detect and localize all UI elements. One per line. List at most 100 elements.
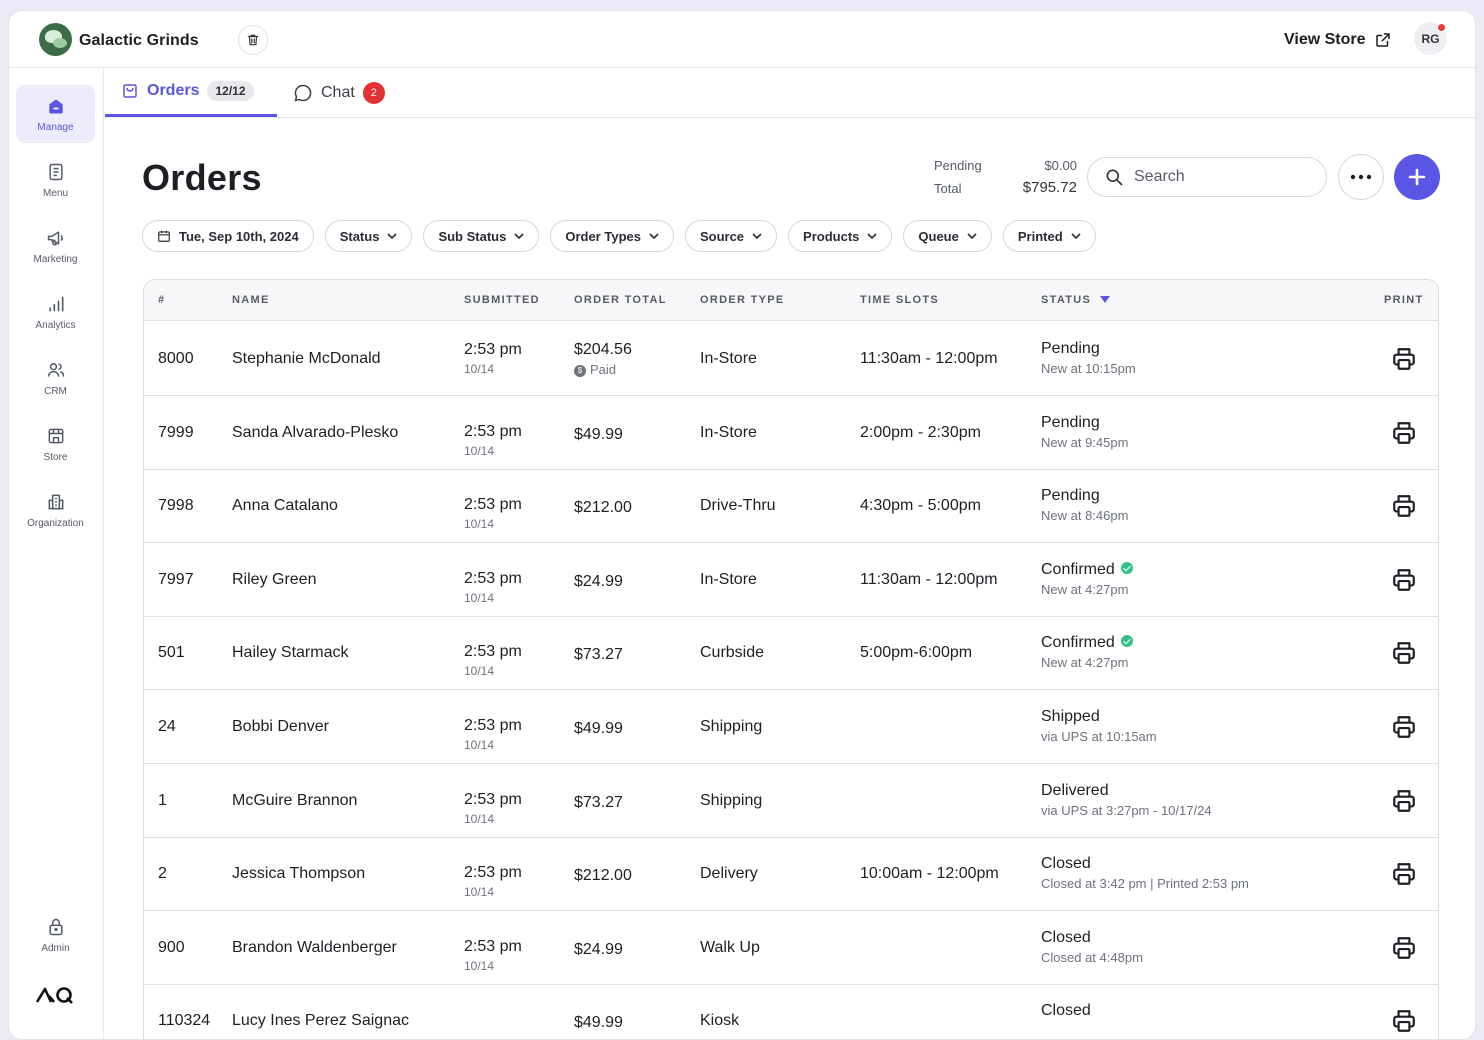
date-filter[interactable]: Tue, Sep 10th, 2024 <box>142 220 314 252</box>
column-header-status[interactable]: STATUS <box>1041 294 1110 306</box>
status-cell[interactable]: Delivered via UPS at 3:27pm - 10/17/24 <box>1041 782 1212 818</box>
order-total-cell: $212.00 <box>574 499 632 517</box>
tab-bar: Orders 12/12 Chat 2 <box>105 68 1475 118</box>
status-cell[interactable]: Confirmed New at 4:27pm <box>1041 561 1133 597</box>
order-total: $73.27 <box>574 793 623 811</box>
more-options-button[interactable] <box>1338 154 1384 200</box>
status-cell[interactable]: Closed Closed at 3:42 pm | Printed 2:53 p… <box>1041 855 1249 891</box>
external-link-icon <box>1375 33 1390 47</box>
plus-icon <box>1408 168 1426 186</box>
status-filter[interactable]: Status <box>324 220 413 252</box>
megaphone-icon <box>47 230 63 245</box>
submitted-date: 10/14 <box>464 885 495 900</box>
print-button[interactable] <box>1391 1008 1417 1039</box>
order-types-filter[interactable]: Order Types <box>550 220 674 252</box>
trash-icon <box>247 34 259 46</box>
status-cell[interactable]: Closed Closed at 4:48pm <box>1041 929 1143 965</box>
customer-name[interactable]: McGuire Brannon <box>232 792 357 810</box>
order-total: $212.00 <box>574 867 632 885</box>
customer-name[interactable]: Bobbi Denver <box>232 718 329 736</box>
order-number: 2 <box>158 865 167 883</box>
column-header-submitted[interactable]: SUBMITTED <box>464 294 540 306</box>
table-row[interactable]: 8000 Stephanie McDonald 2:53 pm 10/14 $204.5… <box>144 322 1438 396</box>
submitted-cell: 2:53 pm 10/14 <box>464 864 522 899</box>
sidebar-item-label: Menu <box>42 187 68 199</box>
order-type: Drive-Thru <box>700 497 776 515</box>
table-row[interactable]: 110324 Lucy Ines Perez Saignac $49.99 Kiosk… <box>144 984 1438 1039</box>
status-cell[interactable]: Pending New at 8:46pm <box>1041 487 1128 523</box>
print-button[interactable] <box>1391 714 1417 745</box>
customer-name[interactable]: Lucy Ines Perez Saignac <box>232 1012 409 1030</box>
tab-chat[interactable]: Chat 2 <box>293 68 385 117</box>
customer-name[interactable]: Hailey Starmack <box>232 644 348 662</box>
order-number: 8000 <box>158 350 194 367</box>
submitted-date: 10/14 <box>464 362 495 376</box>
print-button[interactable] <box>1391 346 1417 377</box>
sidebar-item-menu[interactable]: Menu <box>16 151 95 209</box>
status-cell[interactable]: Closed <box>1041 1002 1091 1023</box>
search-input[interactable]: Search <box>1087 157 1327 197</box>
products-filter[interactable]: Products <box>788 220 893 252</box>
app-window: Galactic Grinds View Store RG Manage Men… <box>8 10 1476 1040</box>
view-store-link[interactable]: View Store <box>1284 31 1392 49</box>
sidebar-item-manage[interactable]: Manage <box>16 85 95 143</box>
chevron-down-icon <box>514 233 524 239</box>
customer-name[interactable]: Riley Green <box>232 571 316 589</box>
print-button[interactable] <box>1391 788 1417 819</box>
status-cell[interactable]: Shipped via UPS at 10:15am <box>1041 708 1157 744</box>
sidebar-item-organization[interactable]: Organization <box>16 481 95 539</box>
table-row[interactable]: 1 McGuire Brannon 2:53 pm 10/14 $73.27 Shippi… <box>144 764 1438 838</box>
printed-filter[interactable]: Printed <box>1002 220 1096 252</box>
printer-icon <box>1393 642 1415 665</box>
column-header-time-slots[interactable]: TIME SLOTS <box>860 294 939 306</box>
chevron-down-icon <box>387 233 398 239</box>
column-header-order-total[interactable]: ORDER TOTAL <box>574 294 667 306</box>
table-row[interactable]: 501 Hailey Starmack 2:53 pm 10/14 $73.27 Curb… <box>144 616 1438 691</box>
print-button[interactable] <box>1391 640 1417 671</box>
table-row[interactable]: 2 Jessica Thompson 2:53 pm 10/14 $212.00 Deli… <box>144 837 1438 912</box>
print-button[interactable] <box>1391 935 1417 966</box>
customer-name[interactable]: Stephanie McDonald <box>232 350 381 368</box>
tab-orders[interactable]: Orders 12/12 <box>105 68 277 117</box>
sidebar-item-analytics[interactable]: Analytics <box>16 283 95 341</box>
status-cell[interactable]: Confirmed New at 4:27pm <box>1041 634 1133 670</box>
table-row[interactable]: 7997 Riley Green 2:53 pm 10/14 $24.99 In-Stor… <box>144 543 1438 617</box>
print-button[interactable] <box>1391 420 1417 451</box>
column-header-order-type[interactable]: ORDER TYPE <box>700 294 785 306</box>
customer-name[interactable]: Jessica Thompson <box>232 865 365 883</box>
sidebar-item-admin[interactable]: Admin <box>16 906 95 964</box>
user-avatar[interactable]: RG <box>1414 22 1447 55</box>
brand-logo[interactable] <box>39 23 72 56</box>
sidebar-item-marketing[interactable]: Marketing <box>16 217 95 275</box>
queue-filter[interactable]: Queue <box>903 220 992 252</box>
table-row[interactable]: 24 Bobbi Denver 2:53 pm 10/14 $49.99 Shipping… <box>144 690 1438 764</box>
print-button[interactable] <box>1391 567 1417 598</box>
chevron-down-icon <box>752 233 762 239</box>
column-header-number[interactable]: # <box>158 294 165 306</box>
submitted-time: 2:53 pm <box>464 569 522 587</box>
customer-name[interactable]: Brandon Waldenberger <box>232 939 397 957</box>
print-button[interactable] <box>1391 861 1417 892</box>
column-header-name[interactable]: NAME <box>232 294 270 306</box>
trash-button[interactable] <box>238 25 268 55</box>
sidebar-item-crm[interactable]: CRM <box>16 349 95 407</box>
printer-icon <box>1393 936 1415 959</box>
tab-chat-label: Chat <box>321 83 355 101</box>
table-row[interactable]: 7999 Sanda Alvarado-Plesko 2:53 pm 10/14 $49… <box>144 396 1438 470</box>
orders-count-badge: 12/12 <box>207 81 254 101</box>
table-row[interactable]: 900 Brandon Waldenberger 2:53 pm 10/14 $24.9… <box>144 911 1438 985</box>
customer-name[interactable]: Anna Catalano <box>232 497 338 515</box>
status-cell[interactable]: Pending New at 9:45pm <box>1041 414 1128 450</box>
customer-name[interactable]: Sanda Alvarado-Plesko <box>232 424 398 442</box>
printer-icon <box>1393 421 1415 444</box>
source-filter[interactable]: Source <box>684 220 778 252</box>
status-cell[interactable]: Pending New at 10:15pm <box>1041 340 1136 376</box>
table-row[interactable]: 7998 Anna Catalano 2:53 pm 10/14 $212.00 Driv… <box>144 469 1438 544</box>
add-order-button[interactable] <box>1394 154 1440 200</box>
sidebar-item-store[interactable]: Store <box>16 415 95 473</box>
sub-status-filter[interactable]: Sub Status <box>423 220 540 252</box>
submitted-time: 2:53 pm <box>464 937 522 955</box>
print-button[interactable] <box>1391 493 1417 524</box>
column-header-print: PRINT <box>1384 294 1424 306</box>
order-type: Shipping <box>700 718 763 735</box>
